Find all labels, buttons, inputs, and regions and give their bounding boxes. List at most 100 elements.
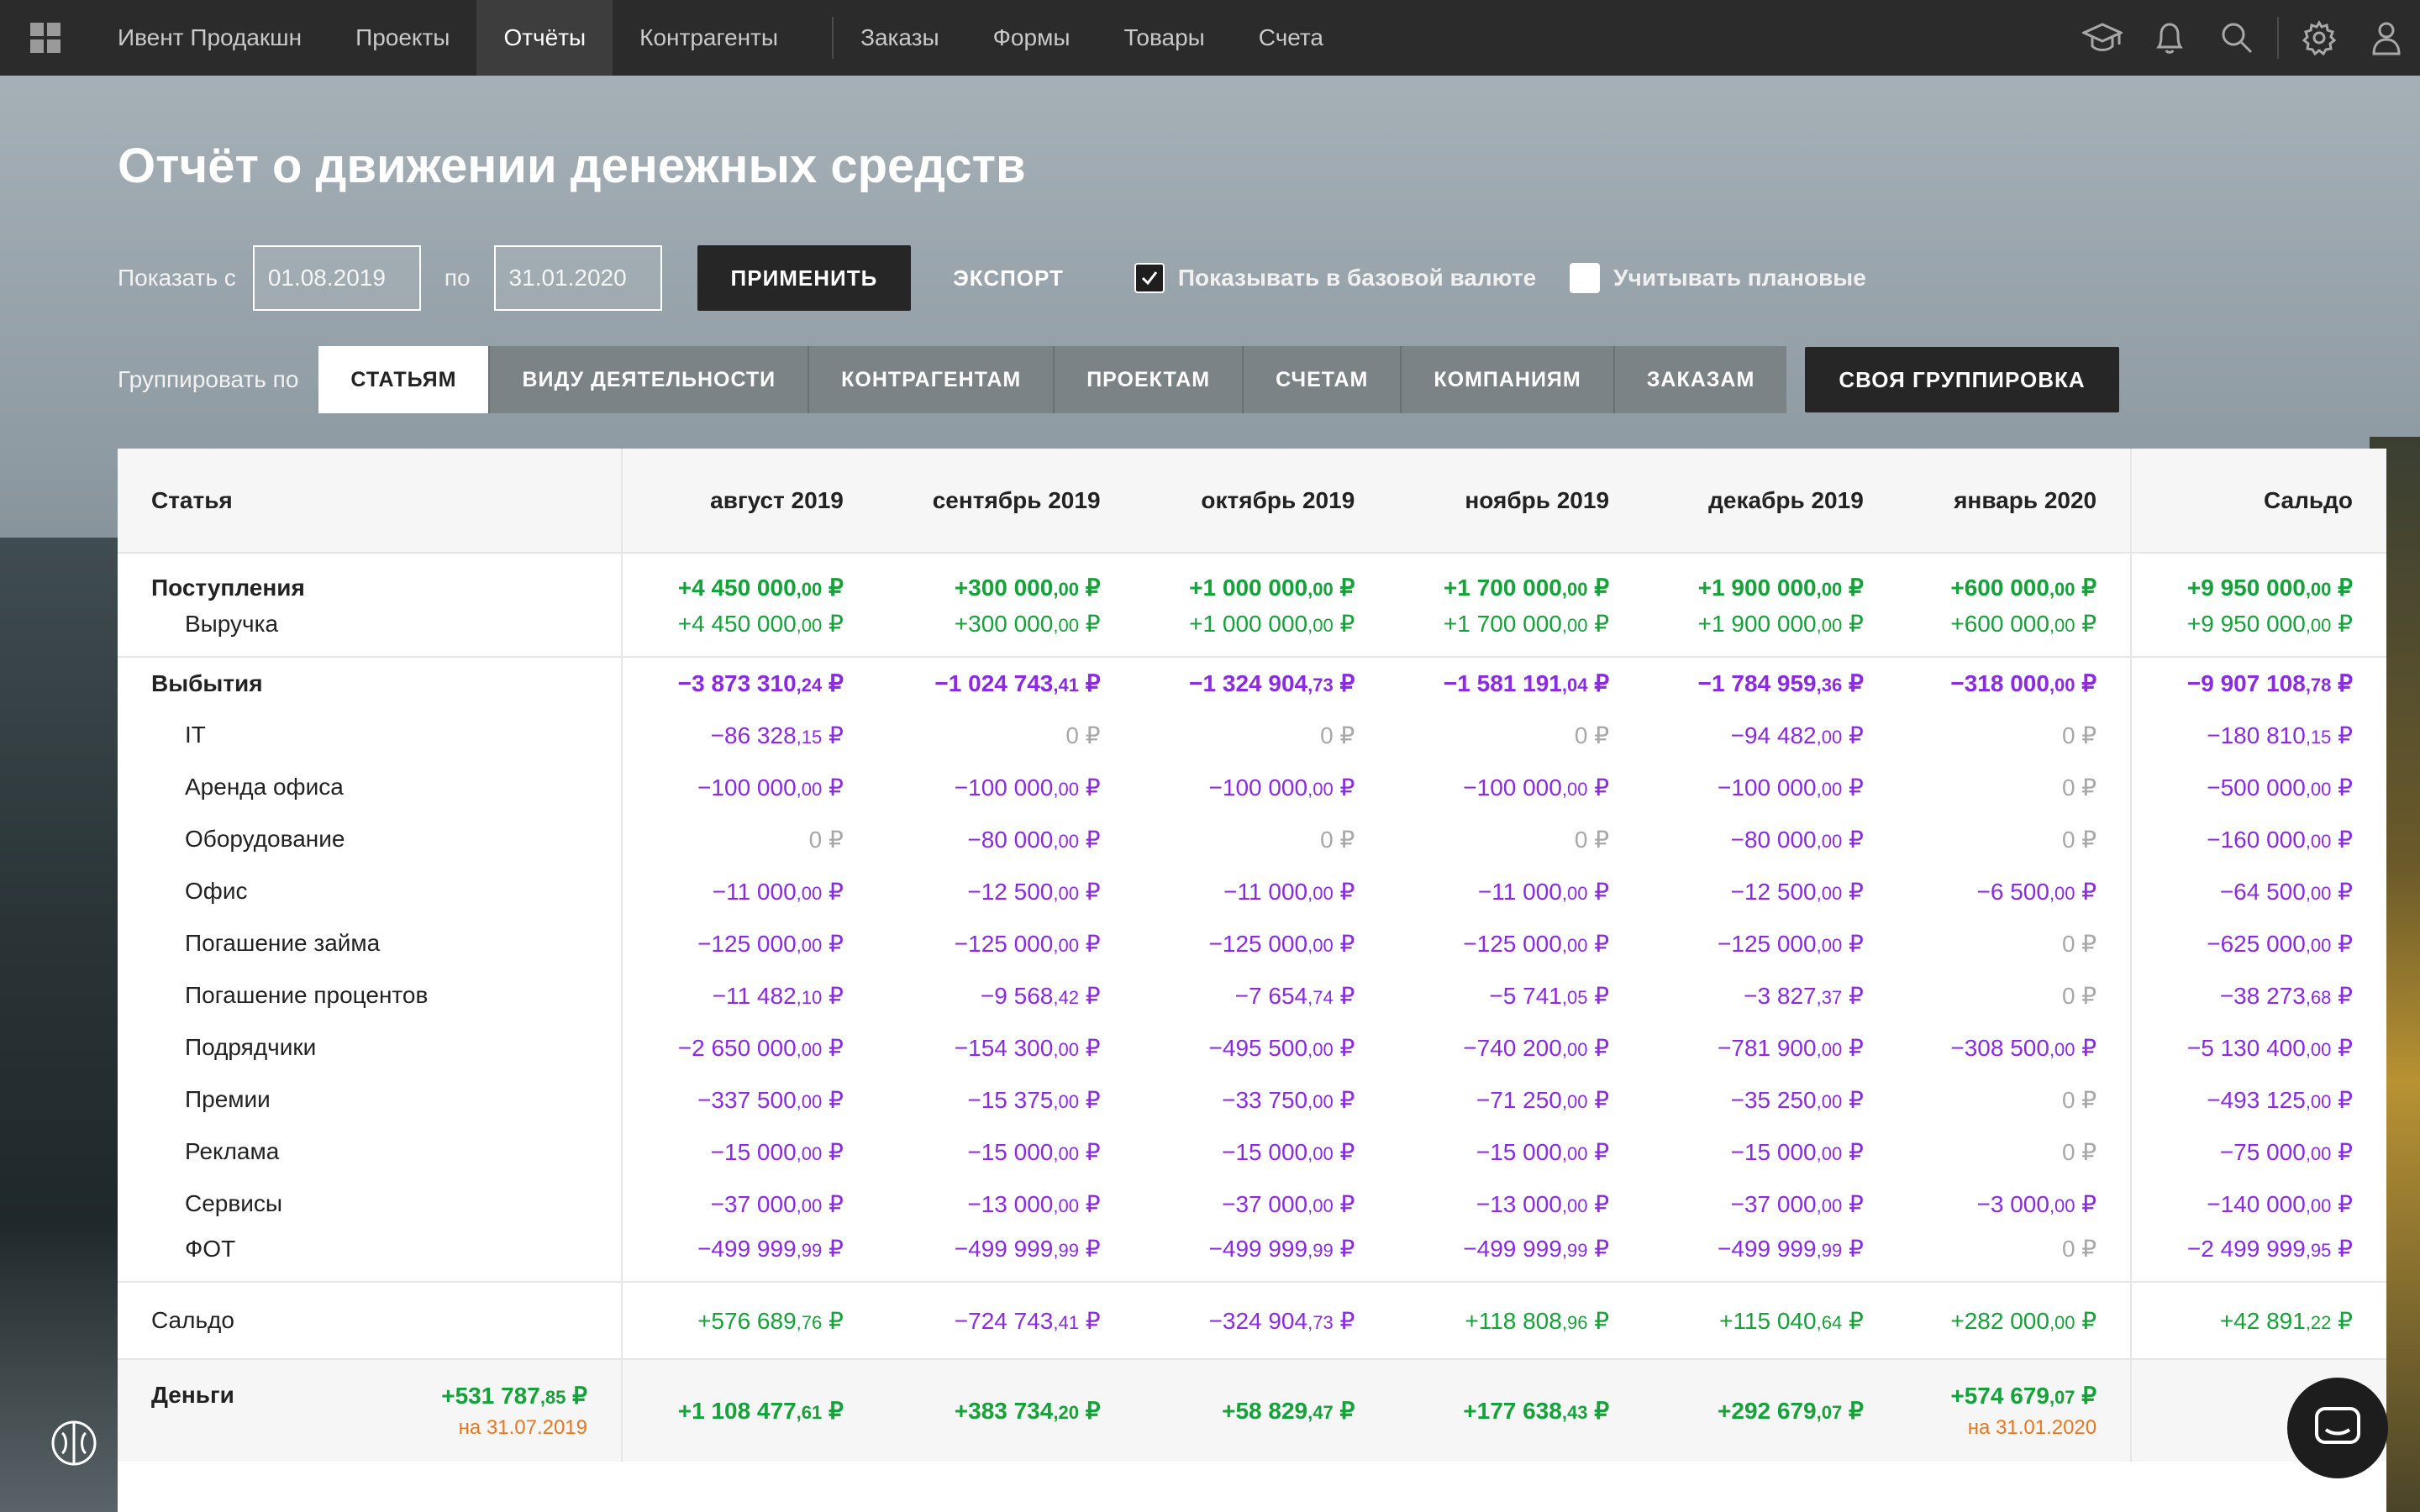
base-currency-checkbox[interactable]: Показывать в базовой валюте bbox=[1134, 263, 1536, 293]
amount-value: 0 ₽ bbox=[1065, 722, 1100, 748]
table-row[interactable]: Погашение процентов −11 482,10 ₽ −9 568,42… bbox=[118, 969, 2386, 1021]
date-from-input[interactable] bbox=[252, 245, 421, 311]
amount-kopecks: ,00 bbox=[2305, 1142, 2332, 1164]
table-row[interactable]: Реклама −15 000,00 ₽ −15 000,00 ₽ −15 000,0… bbox=[118, 1126, 2386, 1178]
amount-main: +4 450 000 bbox=[677, 611, 797, 637]
custom-grouping-button[interactable]: СВОЯ ГРУППИРОВКА bbox=[1805, 347, 2119, 412]
group-by-projects[interactable]: ПРОЕКТАМ bbox=[1055, 346, 1244, 413]
row-label: Аренда офиса bbox=[118, 761, 623, 813]
amount-main: 0 bbox=[1320, 826, 1334, 853]
amount-main: −499 999 bbox=[697, 1236, 797, 1262]
chat-button[interactable] bbox=[2287, 1378, 2388, 1478]
amount-kopecks: ,41 bbox=[1053, 675, 1079, 696]
planned-checkbox[interactable]: Учитывать плановые bbox=[1570, 263, 1866, 293]
column-header[interactable]: сентябрь 2019 bbox=[876, 449, 1134, 554]
amount-cell: −12 500,00 ₽ bbox=[877, 865, 1134, 917]
amount-value: 0 ₽ bbox=[2062, 722, 2096, 748]
column-header[interactable]: Статья bbox=[118, 449, 623, 554]
amount-main: 0 bbox=[2061, 982, 2075, 1009]
amount-kopecks: ,22 bbox=[2305, 1311, 2332, 1333]
amount-main: +383 734 bbox=[954, 1398, 1054, 1424]
search-icon[interactable] bbox=[2203, 0, 2270, 76]
amount-value: −12 500,00 ₽ bbox=[1731, 879, 1864, 905]
table-row[interactable]: Выручка +4 450 000,00 ₽ +300 000,00 ₽ +1 00… bbox=[118, 605, 2386, 657]
table-row[interactable]: Аренда офиса −100 000,00 ₽ −100 000,00 ₽ −1… bbox=[118, 761, 2386, 813]
nav-reports[interactable]: Отчёты bbox=[476, 0, 613, 76]
column-header[interactable]: декабрь 2019 bbox=[1643, 449, 1897, 554]
amount-value: −318 000,00 ₽ bbox=[1950, 670, 2096, 696]
table-row[interactable]: Подрядчики −2 650 000,00 ₽ −154 300,00 ₽ −4… bbox=[118, 1021, 2386, 1074]
amount-main: 0 bbox=[2061, 930, 2075, 957]
group-by-contractors[interactable]: КОНТРАГЕНТАМ bbox=[809, 346, 1055, 413]
apply-button[interactable]: ПРИМЕНИТЬ bbox=[697, 245, 912, 311]
amount-value: +4 450 000,00 ₽ bbox=[678, 611, 844, 637]
amount-main: −125 000 bbox=[954, 930, 1054, 957]
column-header[interactable]: Сальдо bbox=[2130, 449, 2386, 554]
amount-main: −318 000 bbox=[1950, 670, 2049, 696]
gear-icon[interactable] bbox=[2286, 0, 2353, 76]
column-header[interactable]: январь 2020 bbox=[1897, 449, 2132, 554]
saldo-row[interactable]: Сальдо +576 689,76 ₽ −724 743,41 ₽ −324 904… bbox=[118, 1281, 2386, 1359]
nav-invoices[interactable]: Счета bbox=[1232, 0, 1350, 76]
group-by-accounts[interactable]: СЧЕТАМ bbox=[1244, 346, 1402, 413]
top-navigation: Ивент Продакшн Проекты Отчёты Контрагент… bbox=[0, 0, 2420, 76]
nav-orders[interactable]: Заказы bbox=[860, 0, 966, 76]
amount-main: 0 bbox=[2061, 722, 2075, 748]
amount-value: −75 000,00 ₽ bbox=[2220, 1139, 2353, 1165]
nav-goods[interactable]: Товары bbox=[1097, 0, 1231, 76]
group-by-activity[interactable]: ВИДУ ДЕЯТЕЛЬНОСТИ bbox=[490, 346, 810, 413]
amount-value: −35 250,00 ₽ bbox=[1731, 1087, 1864, 1113]
graduation-cap-icon[interactable] bbox=[2069, 0, 2136, 76]
amount-cell: −100 000,00 ₽ bbox=[1388, 761, 1643, 813]
user-icon[interactable] bbox=[2353, 0, 2420, 76]
amount-cell: −495 500,00 ₽ bbox=[1134, 1021, 1389, 1074]
table-row[interactable]: Офис −11 000,00 ₽ −12 500,00 ₽ −11 000,00 ₽… bbox=[118, 865, 2386, 917]
date-to-input[interactable] bbox=[493, 245, 662, 311]
nav-contractors[interactable]: Контрагенты bbox=[613, 0, 805, 76]
currency-sign: ₽ bbox=[2075, 826, 2097, 853]
table-row[interactable]: IT −86 328,15 ₽0 ₽0 ₽0 ₽ −94 482,00 ₽0 ₽ −1… bbox=[118, 709, 2386, 761]
currency-sign: ₽ bbox=[1078, 982, 1101, 1009]
table-row[interactable]: Погашение займа −125 000,00 ₽ −125 000,00 … bbox=[118, 917, 2386, 969]
amount-cell: −499 999,99 ₽ bbox=[877, 1230, 1134, 1282]
outflow-group-row[interactable]: Выбытия −3 873 310,24 ₽ −1 024 743,41 ₽ −1 … bbox=[118, 656, 2386, 709]
money-row[interactable]: Деньги +531 787,85 ₽ на 31.07.2019 +1 108 4… bbox=[118, 1358, 2386, 1462]
service-logo-icon[interactable] bbox=[50, 1420, 97, 1467]
table-row[interactable]: Оборудование 0 ₽ −80 000,00 ₽0 ₽0 ₽ −80 000… bbox=[118, 813, 2386, 865]
amount-cell: 0 ₽ bbox=[877, 709, 1134, 761]
table-row[interactable]: ФОТ −499 999,99 ₽ −499 999,99 ₽ −499 999,99… bbox=[118, 1230, 2386, 1282]
nav-company[interactable]: Ивент Продакшн bbox=[91, 0, 329, 76]
column-header[interactable]: август 2019 bbox=[622, 449, 877, 554]
amount-kopecks: ,00 bbox=[1307, 1038, 1334, 1060]
amount-value: 0 ₽ bbox=[1320, 722, 1355, 748]
amount-kopecks: ,64 bbox=[1816, 1311, 1843, 1333]
group-by-companies[interactable]: КОМПАНИЯМ bbox=[1402, 346, 1615, 413]
amount-kopecks: ,99 bbox=[1561, 1240, 1588, 1261]
table-row[interactable]: Сервисы −37 000,00 ₽ −13 000,00 ₽ −37 000,0… bbox=[118, 1178, 2386, 1230]
amount-cell: −740 200,00 ₽ bbox=[1388, 1021, 1643, 1074]
group-by-articles[interactable]: СТАТЬЯМ bbox=[318, 346, 491, 413]
table-row[interactable]: Премии −337 500,00 ₽ −15 375,00 ₽ −33 750,0… bbox=[118, 1074, 2386, 1126]
income-group-row[interactable]: Поступления +4 450 000,00 ₽ +300 000,00 ₽ +… bbox=[118, 553, 2386, 605]
nav-projects[interactable]: Проекты bbox=[329, 0, 476, 76]
checkbox-unchecked-icon[interactable] bbox=[1570, 263, 1601, 293]
amount-cell: −9 568,42 ₽ bbox=[877, 969, 1134, 1021]
amount-cell: 0 ₽ bbox=[1897, 1230, 2131, 1282]
export-button[interactable]: ЭКСПОРТ bbox=[944, 265, 1072, 291]
currency-sign: ₽ bbox=[2331, 1034, 2353, 1061]
column-header[interactable]: октябрь 2019 bbox=[1134, 449, 1389, 554]
amount-value: −64 500,00 ₽ bbox=[2220, 879, 2353, 905]
currency-sign: ₽ bbox=[822, 930, 844, 957]
amount-main: −2 499 999 bbox=[2186, 1236, 2306, 1262]
group-by-orders[interactable]: ЗАКАЗАМ bbox=[1615, 346, 1787, 413]
amount-value: −100 000,00 ₽ bbox=[955, 774, 1101, 801]
column-header[interactable]: ноябрь 2019 bbox=[1388, 449, 1644, 554]
amount-cell: −37 000,00 ₽ bbox=[1643, 1178, 1897, 1230]
amount-kopecks: ,00 bbox=[796, 579, 823, 600]
checkbox-checked-icon[interactable] bbox=[1134, 263, 1165, 293]
apps-grid-icon[interactable] bbox=[0, 0, 91, 76]
amount-cell: −499 999,99 ₽ bbox=[1388, 1230, 1643, 1282]
amount-kopecks: ,00 bbox=[1307, 579, 1334, 600]
nav-forms[interactable]: Формы bbox=[966, 0, 1097, 76]
bell-icon[interactable] bbox=[2136, 0, 2203, 76]
